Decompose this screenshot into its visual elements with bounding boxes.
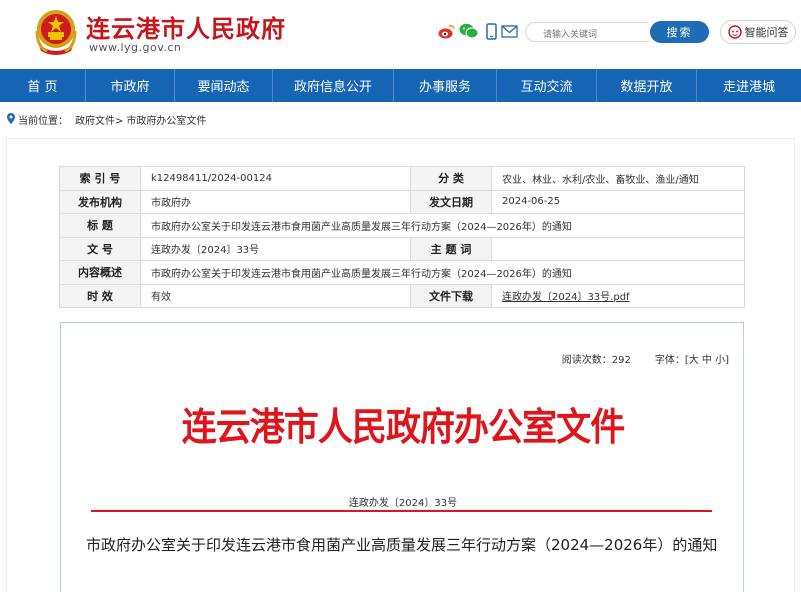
category-value: 农业、林业、水利/农业、畜牧业、渔业/通知 [491,166,745,191]
document-frame: 阅读次数：292 字体：[大 中 小] 连云港市人民政府办公室文件 连政办发〔2… [60,322,744,592]
validity-key: 时 效 [59,283,141,308]
search-button[interactable]: 搜索 [650,21,709,43]
red-divider [91,510,712,512]
title-value: 市政府办公室关于印发连云港市食用菌产业高质量发展三年行动方案（2024—2026… [140,213,745,238]
main-nav: 首 页 市政府 要闻动态 政府信息公开 办事服务 互动交流 数据开放 走进港城 [0,69,801,102]
index-value: k12498411/2024-00124 [140,166,411,191]
category-key: 分 类 [410,166,492,191]
nav-news[interactable]: 要闻动态 [175,69,273,102]
robot-icon [727,25,742,39]
index-key: 索 引 号 [59,166,141,191]
smart-qa-label: 智能问答 [744,26,789,39]
table-row: 文 号 连政办发〔2024〕33号 主 题 词 [59,236,745,261]
site-header: 连云港市人民政府 www.lyg.gov.cn 请输入关键词 搜索 智能问答 [0,0,801,69]
publisher-key: 发布机构 [59,189,141,214]
smart-qa-button[interactable]: 智能问答 [720,20,796,44]
nav-open-data[interactable]: 数据开放 [597,69,697,102]
site-url: www.lyg.gov.cn [89,41,182,54]
nav-interaction[interactable]: 互动交流 [497,69,597,102]
nav-gov-info[interactable]: 政府信息公开 [273,69,394,102]
subject-value [491,236,745,261]
title-key: 标 题 [59,213,141,238]
doc-info-table: 索 引 号 k12498411/2024-00124 分 类 农业、林业、水利/… [59,166,745,308]
mail-icon[interactable] [500,22,518,40]
summary-key: 内容概述 [59,260,141,285]
validity-value: 有效 [140,283,411,308]
publisher-value: 市政府办 [140,189,411,214]
document-number: 连政办发〔2024〕33号 [348,498,458,509]
table-row: 索 引 号 k12498411/2024-00124 分 类 农业、林业、水利/… [59,166,745,191]
document-heading: 连云港市人民政府办公室文件 [181,404,625,449]
font-size-switch[interactable]: 字体：[大 中 小] [655,351,729,366]
nav-home[interactable]: 首 页 [0,69,86,102]
date-key: 发文日期 [410,189,492,214]
nav-about-city[interactable]: 走进港城 [697,69,801,102]
nav-city-government[interactable]: 市政府 [86,69,175,102]
nav-services[interactable]: 办事服务 [394,69,497,102]
breadcrumb-office-docs[interactable]: 市政府办公室文件 [126,112,206,127]
breadcrumb: 当前位置： 政府文件> 市政府办公室文件 [7,112,206,127]
subject-key: 主 题 词 [410,236,492,261]
location-pin-icon [7,112,15,127]
table-row: 时 效 有效 文件下载 连政办发〔2024〕33号.pdf [59,283,745,308]
breadcrumb-gov-docs[interactable]: 政府文件> [75,112,123,127]
docno-value: 连政办发〔2024〕33号 [140,236,411,261]
summary-value: 市政府办公室关于印发连云港市食用菌产业高质量发展三年行动方案（2024—2026… [140,260,745,285]
table-row: 发布机构 市政府办 发文日期 2024-06-25 [59,189,745,214]
table-row: 标 题 市政府办公室关于印发连云港市食用菌产业高质量发展三年行动方案（2024—… [59,213,745,238]
national-emblem[interactable] [33,7,79,57]
docno-key: 文 号 [59,236,141,261]
document-title: 市政府办公室关于印发连云港市食用菌产业高质量发展三年行动方案（2024—2026… [86,536,718,554]
site-title[interactable]: 连云港市人民政府 [86,9,286,44]
download-key: 文件下载 [410,283,492,308]
wechat-icon[interactable] [459,22,479,40]
doc-meta: 阅读次数：292 字体：[大 中 小] [562,351,729,366]
date-value: 2024-06-25 [491,189,745,214]
weibo-icon[interactable] [437,22,455,40]
read-count: 阅读次数：292 [561,355,631,366]
search-input[interactable]: 请输入关键词 [525,22,649,42]
table-row: 内容概述 市政府办公室关于印发连云港市食用菌产业高质量发展三年行动方案（2024… [59,260,745,285]
breadcrumb-label: 当前位置： [18,116,68,127]
download-link[interactable]: 连政办发〔2024〕33号.pdf [491,283,745,308]
mobile-icon[interactable] [482,22,500,40]
